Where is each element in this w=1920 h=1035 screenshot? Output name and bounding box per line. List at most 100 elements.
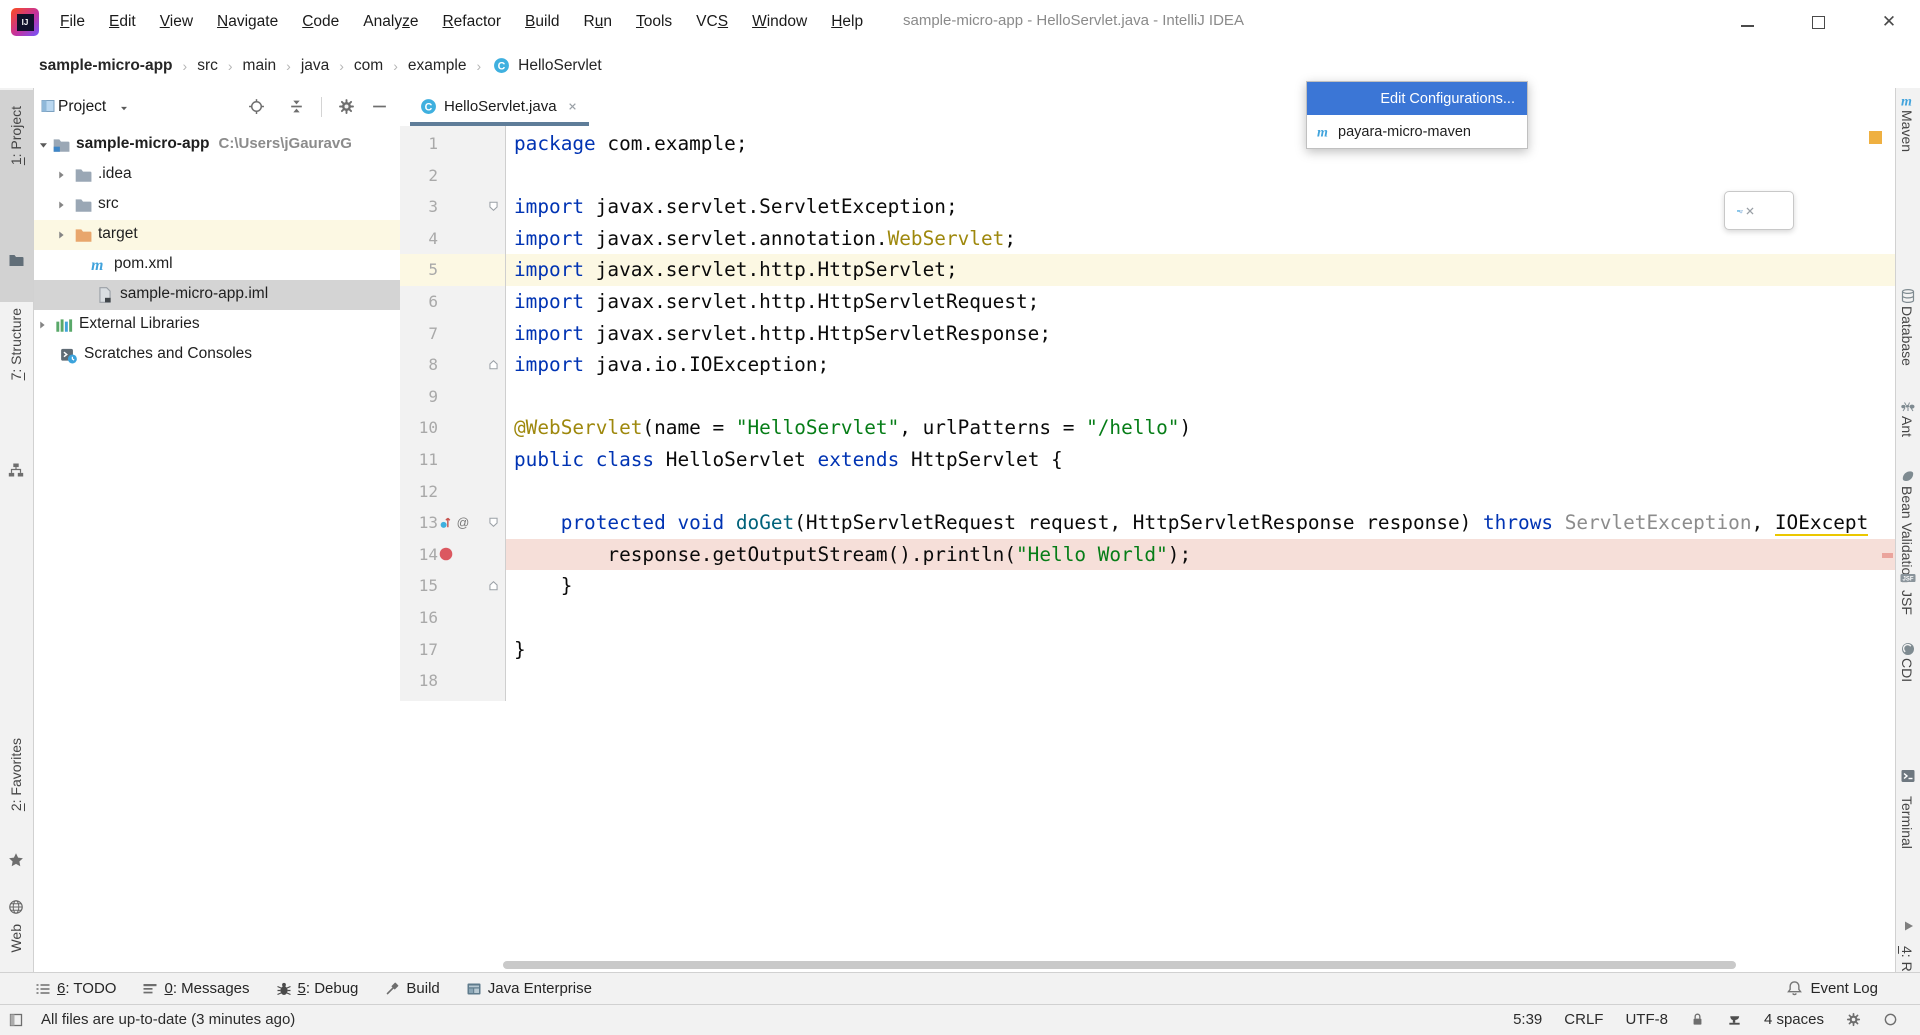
close-button[interactable]: ✕: [1872, 10, 1906, 34]
gutter-row-3[interactable]: 3: [400, 191, 505, 223]
toolwindow-button-0-messages[interactable]: 0: Messages: [142, 980, 249, 997]
breadcrumb-item-src[interactable]: src: [195, 55, 220, 77]
fold-up-icon[interactable]: [486, 578, 501, 593]
gutter-row-2[interactable]: 2: [400, 160, 505, 192]
toolwindow-button-5-debug[interactable]: 5: Debug: [276, 980, 359, 997]
hide-button-icon[interactable]: [371, 98, 388, 115]
tree-chevron-icon[interactable]: [54, 168, 68, 182]
tree-item-sample-micro-app-iml[interactable]: sample-micro-app.iml: [34, 280, 400, 310]
indent-widget[interactable]: 4 spaces: [1764, 1011, 1824, 1028]
fold-down-icon[interactable]: [486, 515, 501, 530]
breadcrumb-item-main[interactable]: main: [241, 55, 279, 77]
tree-item--idea[interactable]: .idea: [34, 160, 400, 190]
tree-item-target[interactable]: target: [34, 220, 400, 250]
horizontal-scrollbar[interactable]: [503, 961, 1736, 969]
stripe-button-cdi[interactable]: CDI: [1899, 658, 1915, 682]
gutter-row-4[interactable]: 4: [400, 223, 505, 255]
maven-sync-icon[interactable]: m: [1737, 201, 1757, 221]
menu-item-code[interactable]: Code: [290, 9, 351, 35]
menu-item-run[interactable]: Run: [572, 9, 624, 35]
stripe-button-web[interactable]: Web: [8, 924, 24, 953]
breadcrumb-item-example[interactable]: example: [406, 55, 469, 77]
gutter-row-10[interactable]: 10: [400, 412, 505, 444]
breadcrumb-item-sample-micro-app[interactable]: sample-micro-app: [37, 55, 175, 77]
code-pane[interactable]: package com.example;import javax.servlet…: [506, 126, 1895, 972]
stripe-button-jsf[interactable]: JSF: [1899, 590, 1915, 615]
breakpoint-icon[interactable]: [438, 546, 454, 562]
gutter-row-13[interactable]: 13@: [400, 507, 505, 539]
maven-sync-icon[interactable]: m: [1737, 201, 1757, 221]
highlighting-level-icon[interactable]: [1846, 1012, 1861, 1027]
menu-item-vcs[interactable]: VCS: [684, 9, 740, 35]
gutter-row-11[interactable]: 11: [400, 444, 505, 476]
gutter-row-9[interactable]: 9: [400, 381, 505, 413]
tab-close-icon[interactable]: [566, 100, 579, 113]
fold-up-icon[interactable]: [486, 357, 501, 372]
menu-item-help[interactable]: Help: [819, 9, 875, 35]
popup-item-edit-configurations[interactable]: Edit Configurations...: [1307, 82, 1527, 115]
minimize-button[interactable]: [1730, 10, 1764, 34]
toolwindow-toggle-icon[interactable]: [8, 1012, 24, 1028]
gear-button-icon[interactable]: [338, 98, 355, 115]
widget-close-icon[interactable]: [1743, 204, 1757, 218]
menu-item-edit[interactable]: Edit: [97, 9, 148, 35]
menu-item-build[interactable]: Build: [513, 9, 571, 35]
tree-chevron-icon[interactable]: [54, 198, 68, 212]
fold-down-icon[interactable]: [486, 199, 501, 214]
editor-tab-helloservlet[interactable]: C HelloServlet.java: [410, 88, 589, 125]
stripe-button-terminal[interactable]: Terminal: [1899, 796, 1915, 849]
toolwindow-button-6-todo[interactable]: 6: TODO: [35, 980, 116, 997]
event-log-button[interactable]: Event Log: [1786, 973, 1878, 1004]
toolwindow-toggle-icon[interactable]: [8, 1012, 24, 1028]
tree-chevron-icon[interactable]: [35, 318, 49, 332]
tree-chevron-icon[interactable]: [54, 228, 68, 242]
menu-item-navigate[interactable]: Navigate: [205, 9, 290, 35]
status-tool-icon[interactable]: [1727, 1012, 1742, 1027]
gutter-row-17[interactable]: 17: [400, 634, 505, 666]
project-view-caret-icon[interactable]: [118, 102, 130, 114]
gutter-row-15[interactable]: 15: [400, 570, 505, 602]
editor-area[interactable]: C HelloServlet.java 12345678910111213@14…: [400, 88, 1895, 972]
gutter-row-1[interactable]: 1: [400, 128, 505, 160]
encoding-widget[interactable]: UTF-8: [1625, 1011, 1668, 1028]
stripe-button-7-structure[interactable]: 7: Structure: [8, 308, 24, 380]
gutter-row-5[interactable]: 5: [400, 254, 505, 286]
close-tab-icon[interactable]: [566, 100, 579, 113]
menu-item-tools[interactable]: Tools: [624, 9, 684, 35]
gutter-row-6[interactable]: 6: [400, 286, 505, 318]
breadcrumb-item-com[interactable]: com: [352, 55, 385, 77]
stripe-button-bean-validation[interactable]: Bean Validation: [1899, 486, 1915, 583]
line-separator-widget[interactable]: CRLF: [1564, 1011, 1603, 1028]
stripe-button-ant[interactable]: Ant: [1899, 416, 1915, 437]
menu-item-view[interactable]: View: [148, 9, 205, 35]
gutter-row-8[interactable]: 8: [400, 349, 505, 381]
gutter-row-16[interactable]: 16: [400, 602, 505, 634]
tree-item-external-libraries[interactable]: External Libraries: [34, 310, 400, 340]
editor-gutter[interactable]: 12345678910111213@1415161718: [400, 126, 506, 701]
maximize-button[interactable]: [1801, 10, 1835, 34]
chevron-down-icon[interactable]: [118, 102, 130, 114]
gutter-row-18[interactable]: 18: [400, 665, 505, 697]
tree-item-src[interactable]: src: [34, 190, 400, 220]
stripe-button-2-favorites[interactable]: 2: Favorites: [8, 738, 24, 811]
stripe-button-1-project[interactable]: 1: Project: [8, 106, 24, 165]
gutter-row-12[interactable]: 12: [400, 476, 505, 508]
menu-item-refactor[interactable]: Refactor: [430, 9, 513, 35]
stripe-button-maven[interactable]: Maven: [1899, 110, 1915, 152]
menu-item-window[interactable]: Window: [740, 9, 819, 35]
gutter-row-14[interactable]: 14: [400, 539, 505, 571]
tree-item-pom-xml[interactable]: mpom.xml: [34, 250, 400, 280]
collapse-all-button-icon[interactable]: [288, 98, 305, 115]
tree-item-scratches-and-consoles[interactable]: Scratches and Consoles: [34, 340, 400, 370]
locate-button-icon[interactable]: [248, 98, 265, 115]
caret-position-widget[interactable]: 5:39: [1513, 1011, 1542, 1028]
inspection-status-square[interactable]: [1869, 131, 1882, 144]
tree-chevron-icon[interactable]: [36, 138, 50, 152]
breadcrumb-item-java[interactable]: java: [299, 55, 331, 77]
toolwindow-button-build[interactable]: Build: [384, 980, 439, 997]
inspection-profile-icon[interactable]: [1883, 1012, 1898, 1027]
menu-item-file[interactable]: File: [48, 9, 97, 35]
breadcrumb-item-helloservlet[interactable]: HelloServlet: [516, 55, 604, 77]
stripe-button-database[interactable]: Database: [1899, 306, 1915, 366]
readonly-lock-icon[interactable]: [1690, 1012, 1705, 1027]
